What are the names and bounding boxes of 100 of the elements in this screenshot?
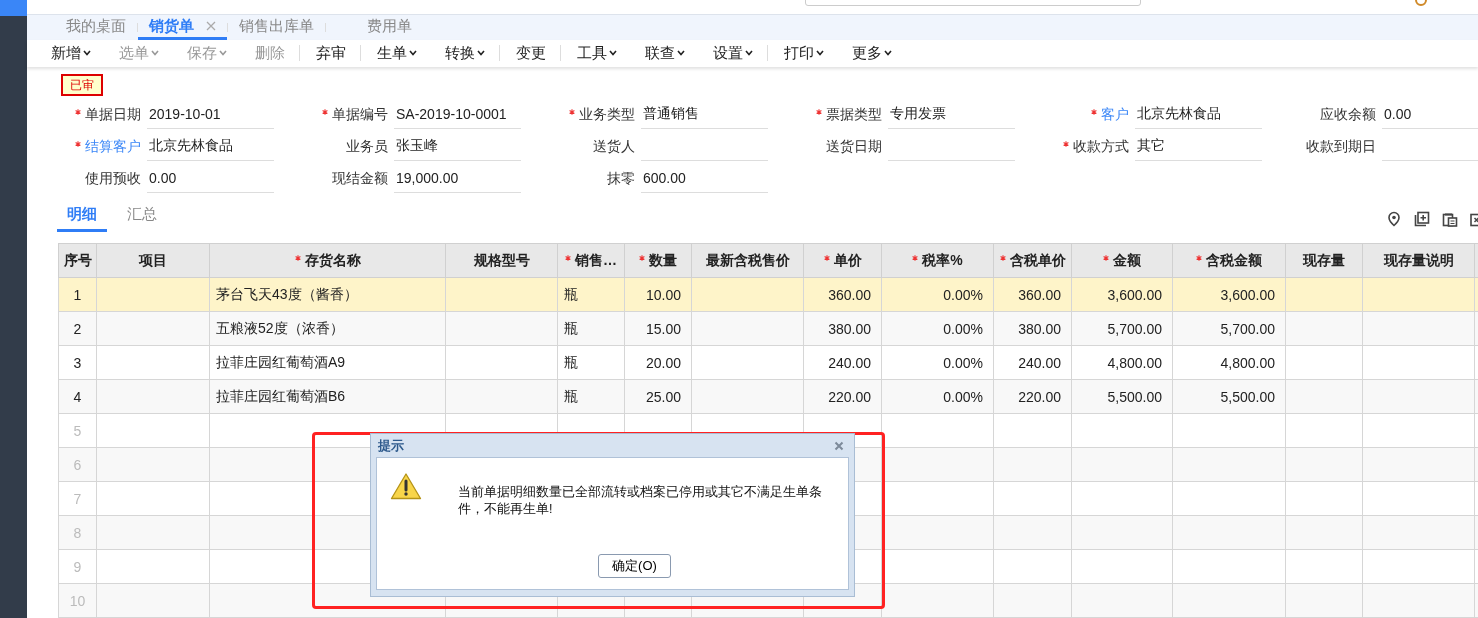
table-cell: 瓶 bbox=[557, 311, 625, 346]
toolbar-button[interactable]: 转换 bbox=[437, 43, 493, 63]
toolbar-button[interactable]: 打印 bbox=[776, 43, 832, 63]
input-field[interactable]: 普通销售 bbox=[641, 100, 768, 130]
column-header: 现存量 bbox=[1303, 251, 1345, 268]
input-field[interactable]: 专用发票 bbox=[888, 100, 1015, 130]
table-cell: 拉菲庄园红葡萄酒B6 bbox=[209, 379, 446, 414]
table-cell: 220.00 bbox=[993, 379, 1072, 414]
input-field[interactable]: 2019-10-01 bbox=[147, 100, 274, 130]
input-field[interactable]: 北京先林食品 bbox=[147, 132, 274, 162]
input-field[interactable]: 北京先林食品 bbox=[1135, 100, 1262, 130]
column-header: 单价 bbox=[823, 251, 862, 268]
table-cell: 380.00 bbox=[803, 311, 882, 346]
paste-icon[interactable] bbox=[1442, 211, 1458, 227]
add-copy-icon[interactable] bbox=[1414, 211, 1430, 227]
table-cell: 5,700.00 bbox=[1071, 311, 1173, 346]
field-label[interactable]: 结算客户 bbox=[75, 137, 141, 156]
table-cell: 3,600.00 bbox=[1071, 277, 1173, 312]
chevron-icon bbox=[477, 50, 485, 57]
field-label: 应收余额 bbox=[1320, 105, 1376, 124]
chevron-icon bbox=[745, 50, 753, 57]
field-label: 收款到期日 bbox=[1306, 137, 1376, 156]
table-cell: 25.00 bbox=[624, 379, 692, 414]
chevron-icon bbox=[884, 50, 892, 57]
location-pin-icon[interactable] bbox=[1386, 211, 1402, 227]
field-label: 抹零 bbox=[607, 169, 635, 188]
table-cell: 20.00 bbox=[624, 345, 692, 380]
input-field[interactable]: 19,000.00 bbox=[394, 164, 521, 194]
column-header: 含税金额 bbox=[1196, 251, 1262, 268]
column-header: 含税单价 bbox=[999, 251, 1066, 268]
field-label: 收款方式 bbox=[1063, 137, 1129, 156]
table-cell: 0.00% bbox=[881, 345, 994, 380]
chevron-icon bbox=[677, 50, 685, 57]
toolbar-button[interactable]: 更多 bbox=[844, 43, 900, 63]
row-number: 6 bbox=[58, 447, 97, 482]
table-cell: 5,500.00 bbox=[1172, 379, 1286, 414]
column-header: 规格型号 bbox=[473, 251, 530, 268]
ok-button[interactable]: 确定(O) bbox=[598, 554, 671, 578]
field-label: 业务员 bbox=[346, 137, 388, 156]
field-label: 送货日期 bbox=[826, 137, 882, 156]
row-number: 3 bbox=[58, 345, 97, 380]
toolbar-button[interactable]: 联查 bbox=[637, 43, 693, 63]
table-cell: 360.00 bbox=[803, 277, 882, 312]
toolbar-button[interactable]: 生单 bbox=[369, 43, 425, 63]
column-header: 税率% bbox=[912, 251, 963, 268]
table-cell: 240.00 bbox=[993, 345, 1072, 380]
input-field[interactable]: SA-2019-10-0001 bbox=[394, 100, 521, 130]
table-cell: 380.00 bbox=[993, 311, 1072, 346]
table-cell: 0.00% bbox=[881, 311, 994, 346]
warning-icon bbox=[390, 472, 422, 500]
chevron-icon bbox=[219, 50, 227, 57]
table-cell: 220.00 bbox=[803, 379, 882, 414]
table-cell: 五粮液52度（浓香） bbox=[209, 311, 446, 346]
tab[interactable]: 销货单 bbox=[138, 15, 227, 41]
field-label: 现结金额 bbox=[332, 169, 388, 188]
table-cell: 4,800.00 bbox=[1172, 345, 1286, 380]
status-badge: 已审 bbox=[61, 73, 103, 96]
table-cell: 0.00% bbox=[881, 379, 994, 414]
chevron-icon bbox=[409, 50, 417, 57]
column-header: 数量 bbox=[639, 251, 677, 268]
tab[interactable]: 明细 bbox=[57, 201, 107, 232]
input-field[interactable]: 0.00 bbox=[147, 164, 274, 194]
toolbar-button[interactable]: 设置 bbox=[705, 43, 761, 63]
row-number: 4 bbox=[58, 379, 97, 414]
close-icon[interactable] bbox=[834, 440, 844, 451]
chevron-icon bbox=[151, 50, 159, 57]
close-icon[interactable] bbox=[206, 21, 216, 32]
row-number: 5 bbox=[58, 413, 97, 448]
toolbar-button[interactable]: 工具 bbox=[569, 43, 625, 63]
input-field[interactable]: 600.00 bbox=[641, 164, 768, 194]
column-header: 销售… bbox=[565, 251, 617, 268]
table-cell: 15.00 bbox=[624, 311, 692, 346]
row-number: 10 bbox=[58, 583, 97, 618]
table-cell: 3,600.00 bbox=[1172, 277, 1286, 312]
column-header: 存货名称 bbox=[294, 251, 361, 268]
column-header: 现存量说明 bbox=[1383, 251, 1454, 268]
field-label: 单据编号 bbox=[322, 105, 388, 124]
input-field[interactable]: 其它 bbox=[1135, 132, 1262, 162]
table-cell: 360.00 bbox=[993, 277, 1072, 312]
toolbar-button[interactable]: 变更 bbox=[508, 43, 554, 63]
row-number: 8 bbox=[58, 515, 97, 550]
row-number: 7 bbox=[58, 481, 97, 516]
input-field[interactable]: 0.00 bbox=[1382, 100, 1478, 130]
field-label[interactable]: 客户 bbox=[1091, 105, 1129, 124]
column-header: 金额 bbox=[1103, 251, 1141, 268]
table-cell: 240.00 bbox=[803, 345, 882, 380]
table-cell: 瓶 bbox=[557, 345, 625, 380]
field-label: 业务类型 bbox=[569, 105, 635, 124]
toolbar-button[interactable]: 新增 bbox=[43, 43, 99, 63]
table-cell: 瓶 bbox=[557, 379, 625, 414]
field-label: 票据类型 bbox=[816, 105, 882, 124]
field-label: 送货人 bbox=[593, 137, 635, 156]
chevron-icon bbox=[83, 50, 91, 57]
toolbar-button[interactable]: 弃审 bbox=[308, 43, 354, 63]
tab[interactable]: 汇总 bbox=[117, 201, 167, 232]
table-cell: 0.00% bbox=[881, 277, 994, 312]
input-field[interactable]: 张玉峰 bbox=[394, 132, 521, 162]
table-cell: 10.00 bbox=[624, 277, 692, 312]
dialog-title: 提示 bbox=[378, 436, 404, 455]
column-header: 项目 bbox=[139, 251, 167, 268]
